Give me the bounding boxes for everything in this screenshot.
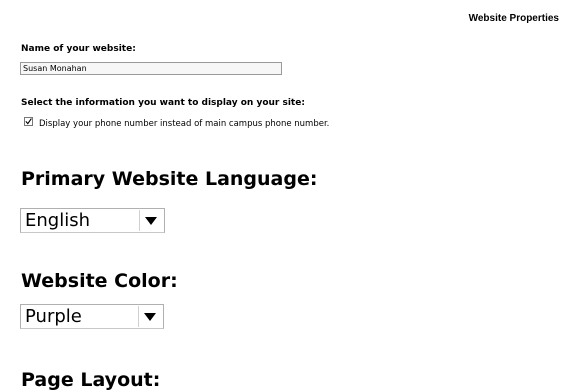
dropdown-arrow-icon[interactable] (139, 210, 162, 231)
language-selected-value: English (25, 210, 90, 231)
phone-display-option[interactable]: Display your phone number instead of mai… (24, 116, 330, 129)
layout-heading: Page Layout: (21, 369, 161, 391)
color-heading: Website Color: (21, 270, 178, 292)
website-name-input[interactable] (20, 62, 282, 75)
phone-display-checkbox-label: Display your phone number instead of mai… (39, 119, 330, 129)
display-info-label: Select the information you want to displ… (21, 98, 305, 108)
language-select[interactable]: English (20, 208, 165, 233)
phone-display-checkbox[interactable] (24, 116, 33, 126)
color-select[interactable]: Purple (20, 304, 164, 329)
page-title: Website Properties (468, 13, 559, 24)
language-heading: Primary Website Language: (21, 168, 318, 190)
checkmark-icon (25, 117, 32, 124)
dropdown-arrow-icon[interactable] (138, 306, 161, 327)
website-name-label: Name of your website: (21, 44, 136, 54)
color-selected-value: Purple (25, 306, 82, 327)
